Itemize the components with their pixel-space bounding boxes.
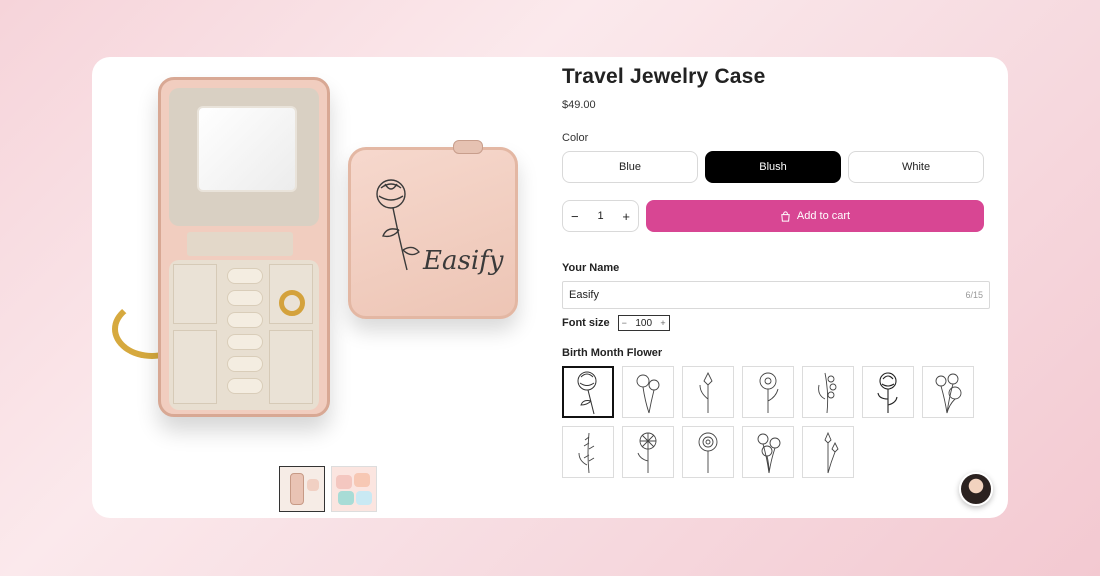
quantity-stepper: − 1 + <box>562 200 639 232</box>
case-flap <box>187 232 293 256</box>
flower-icon <box>877 372 898 413</box>
flower-option-10[interactable] <box>682 426 734 478</box>
add-to-cart-label: Add to cart <box>796 210 851 222</box>
gallery-thumbnails <box>279 466 377 512</box>
product-title: Travel Jewelry Case <box>562 65 766 88</box>
shopping-bag-icon <box>781 210 790 222</box>
flower-option-5[interactable] <box>802 366 854 418</box>
font-size-value[interactable]: 100 <box>635 318 652 329</box>
flower-option-4[interactable] <box>742 366 794 418</box>
thumbnail-multicolor-cases[interactable] <box>331 466 377 512</box>
color-option-white[interactable]: White <box>848 151 984 183</box>
flower-icon <box>699 371 713 413</box>
flower-option-9[interactable] <box>622 426 674 478</box>
product-card: Easify Travel Jewelry Case $49.00 Color … <box>92 57 1008 518</box>
quantity-decrease-button[interactable]: − <box>571 209 579 224</box>
flower-option-6[interactable] <box>862 366 914 418</box>
character-count: 6/15 <box>965 290 983 300</box>
color-label: Color <box>562 132 589 144</box>
engraved-name: Easify <box>423 246 504 276</box>
font-size-increase-button[interactable]: + <box>660 318 665 328</box>
case-tray <box>169 260 319 410</box>
flower-icon <box>698 432 718 473</box>
carnation-icon <box>577 371 597 415</box>
flower-icon <box>578 432 595 474</box>
font-size-label: Font size <box>562 317 610 329</box>
your-name-value: Easify <box>569 289 599 301</box>
flower-options <box>562 366 982 478</box>
color-option-blue[interactable]: Blue <box>562 151 698 183</box>
thumbnail-open-case[interactable] <box>279 466 325 512</box>
quantity-increase-button[interactable]: + <box>622 209 630 224</box>
your-name-input[interactable]: Easify 6/15 <box>562 281 990 309</box>
flower-icon <box>935 373 962 414</box>
flower-option-7[interactable] <box>922 366 974 418</box>
chat-avatar[interactable] <box>959 472 993 506</box>
font-size-decrease-button[interactable]: − <box>622 318 627 328</box>
flower-option-carnation[interactable] <box>562 366 614 418</box>
add-to-cart-button[interactable]: Add to cart <box>646 200 984 232</box>
closed-jewelry-case: Easify <box>348 140 518 319</box>
font-size-stepper[interactable]: − 100 + <box>617 315 670 331</box>
flower-option-8[interactable] <box>562 426 614 478</box>
color-options: Blue Blush White <box>562 151 984 183</box>
birth-month-flower-label: Birth Month Flower <box>562 347 663 359</box>
zipper-pull <box>453 140 483 154</box>
mirror <box>197 106 297 192</box>
flower-icon <box>637 432 657 473</box>
color-option-blush[interactable]: Blush <box>705 151 841 183</box>
flower-option-11[interactable] <box>742 426 794 478</box>
flower-icon <box>759 372 779 413</box>
quantity-value[interactable]: 1 <box>597 210 603 222</box>
flower-option-12[interactable] <box>802 426 854 478</box>
product-price: $49.00 <box>562 99 596 111</box>
case-lid <box>169 88 319 226</box>
flower-icon <box>757 433 781 474</box>
flower-icon <box>636 374 660 414</box>
product-image: Easify <box>112 69 540 459</box>
your-name-label: Your Name <box>562 262 620 274</box>
flower-option-3[interactable] <box>682 366 734 418</box>
open-jewelry-case <box>158 77 330 417</box>
flower-icon <box>818 372 837 414</box>
gold-ring <box>279 290 305 316</box>
flower-option-2[interactable] <box>622 366 674 418</box>
font-size-control: Font size − 100 + <box>562 315 670 331</box>
flower-icon <box>824 431 839 474</box>
